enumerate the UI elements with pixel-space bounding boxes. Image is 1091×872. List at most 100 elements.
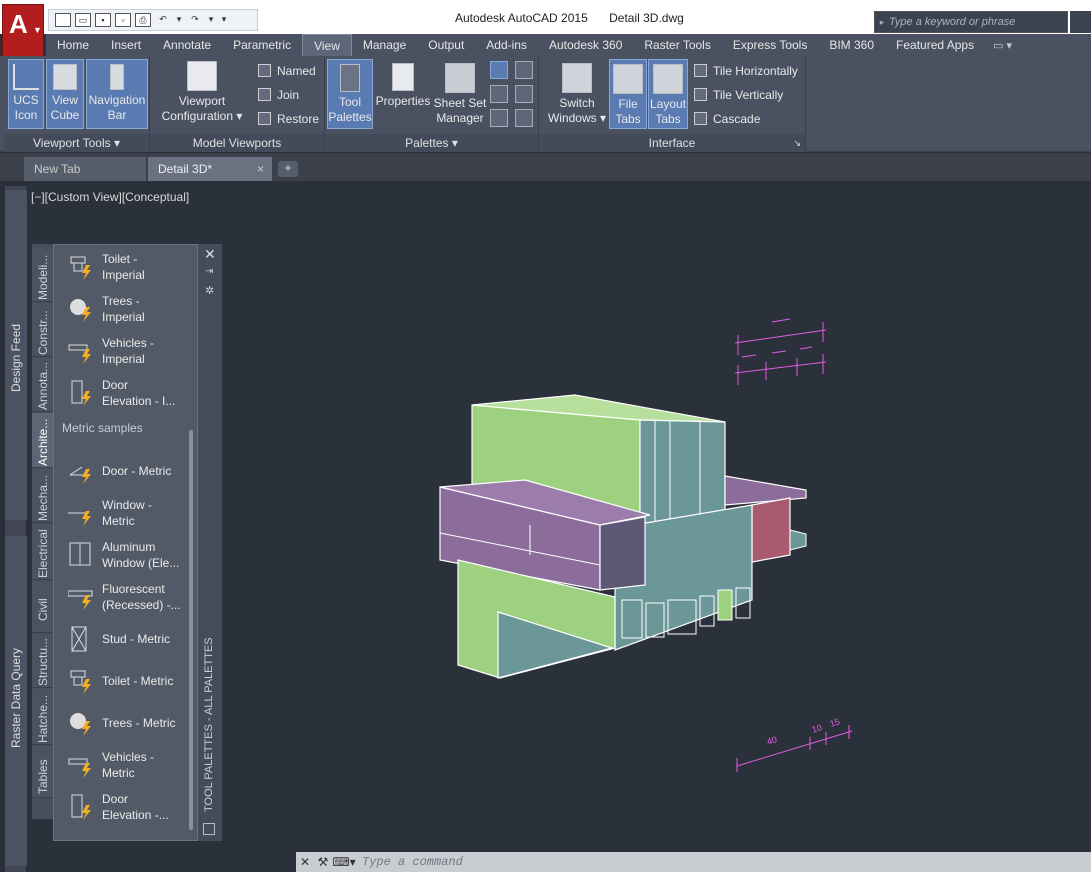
- palette-item-aluminum-window[interactable]: Aluminum Window (Ele...: [54, 535, 194, 575]
- raster-data-query-label: Raster Data Query: [9, 647, 23, 748]
- tab-manage[interactable]: Manage: [352, 34, 417, 56]
- close-icon[interactable]: ✕: [204, 246, 216, 263]
- tab-express-tools[interactable]: Express Tools: [722, 34, 818, 56]
- tool-palettes-window: Modeli... Constr... Annota... Archite...…: [32, 244, 222, 841]
- ribbon-toggle-icon[interactable]: ▭ ▾: [985, 39, 1020, 52]
- palette-item-window-metric[interactable]: Window - Metric: [54, 493, 194, 533]
- tab-featured-apps[interactable]: Featured Apps: [885, 34, 985, 56]
- palette-item-trees-metric[interactable]: Trees - Metric: [54, 703, 194, 743]
- viewport-configuration-button[interactable]: Viewport Configuration ▾: [158, 61, 246, 131]
- wrench-icon[interactable]: ⚒: [314, 855, 332, 869]
- palette-tab-tables[interactable]: Tables: [32, 746, 53, 798]
- file-tabs-button[interactable]: File Tabs: [609, 59, 647, 129]
- palette-tab-civil[interactable]: Civil: [32, 581, 53, 633]
- ucs-icon-button[interactable]: UCS Icon: [8, 59, 44, 129]
- raster-data-query-tab[interactable]: Raster Data Query: [5, 536, 27, 866]
- restore-viewports-button[interactable]: Restore: [258, 111, 319, 127]
- tab-raster-tools[interactable]: Raster Tools: [633, 34, 721, 56]
- palette-scrollbar[interactable]: [189, 430, 193, 830]
- application-menu-button[interactable]: A ▼: [2, 4, 44, 64]
- palette-item-vehicles-imperial[interactable]: Vehicles - Imperial: [54, 331, 194, 371]
- palette-item-stud-metric[interactable]: Stud - Metric: [54, 619, 194, 659]
- tab-parametric[interactable]: Parametric: [222, 34, 302, 56]
- palette-item-vehicles-metric[interactable]: Vehicles - Metric: [54, 745, 194, 785]
- properties-button[interactable]: Properties: [375, 59, 431, 129]
- close-icon[interactable]: ✕: [296, 855, 314, 869]
- tab-annotate[interactable]: Annotate: [152, 34, 222, 56]
- palette-item-trees-imperial[interactable]: Trees - Imperial: [54, 289, 194, 329]
- sheet-set-manager-button[interactable]: Sheet Set Manager: [433, 59, 487, 129]
- palette-list-icon[interactable]: [203, 823, 215, 835]
- design-feed-tab[interactable]: Design Feed: [5, 190, 27, 520]
- file-tabs-icon: [613, 64, 643, 94]
- palette-tab-hatches[interactable]: Hatche...: [32, 689, 53, 745]
- switch-windows-button[interactable]: Switch Windows ▾: [547, 59, 607, 129]
- properties-menu-icon[interactable]: ✲: [205, 284, 214, 297]
- palette-tab-constraints[interactable]: Constr...: [32, 303, 53, 357]
- undo-icon[interactable]: ↶: [155, 13, 171, 27]
- undo-dropdown-icon[interactable]: ▾: [175, 13, 183, 27]
- file-tab-new[interactable]: New Tab: [24, 157, 146, 181]
- search-input[interactable]: [889, 16, 1065, 28]
- redo-dropdown-icon[interactable]: ▾: [207, 13, 215, 27]
- palette-tab-mechanical[interactable]: Mecha...: [32, 469, 53, 523]
- join-viewports-button[interactable]: Join: [258, 87, 299, 103]
- auto-hide-icon[interactable]: ⇥: [205, 266, 213, 277]
- tile-horizontally-button[interactable]: Tile Horizontally: [694, 63, 798, 79]
- view-cube-button[interactable]: View Cube: [46, 59, 84, 129]
- command-input[interactable]: [356, 855, 1091, 869]
- save-as-icon[interactable]: ▫: [115, 13, 131, 27]
- palette-tab-electrical[interactable]: Electrical: [32, 524, 53, 580]
- palette-tab-modeling[interactable]: Modeli...: [32, 248, 53, 302]
- named-viewports-button[interactable]: Named: [258, 63, 316, 79]
- command-prompt-icon[interactable]: ⌨▾: [332, 855, 356, 869]
- palette-item-fluorescent[interactable]: Fluorescent (Recessed) -...: [54, 577, 194, 617]
- search-box[interactable]: ▸: [874, 11, 1068, 33]
- palette-tab-architectural[interactable]: Archite...: [32, 413, 53, 468]
- open-icon[interactable]: ▭: [75, 13, 91, 27]
- palette-item-toilet-imperial[interactable]: Toilet - Imperial: [54, 247, 194, 287]
- palette-item-door-elevation-imperial[interactable]: Door Elevation - I...: [54, 373, 194, 413]
- tab-home[interactable]: Home: [46, 34, 100, 56]
- ribbon: UCS Icon View Cube Navigation Bar Viewpo…: [0, 56, 1091, 152]
- tab-insert[interactable]: Insert: [100, 34, 152, 56]
- viewport-label[interactable]: [−][Custom View][Conceptual]: [31, 190, 189, 204]
- close-icon[interactable]: ×: [257, 157, 264, 181]
- plot-icon[interactable]: ⎙: [135, 13, 151, 27]
- tile-vertically-button[interactable]: Tile Vertically: [694, 87, 783, 103]
- markup-set-icon[interactable]: [515, 61, 533, 79]
- panel-title-viewport-tools[interactable]: Viewport Tools ▾: [4, 134, 149, 152]
- tab-view[interactable]: View: [302, 34, 352, 56]
- file-tab-detail-3d[interactable]: Detail 3D* ×: [148, 157, 272, 181]
- toolbox-icon[interactable]: [515, 109, 533, 127]
- dbconnect-icon[interactable]: [490, 85, 508, 103]
- layer-properties-icon[interactable]: [490, 109, 508, 127]
- tab-autodesk-360[interactable]: Autodesk 360: [538, 34, 633, 56]
- palette-tab-structural[interactable]: Structu...: [32, 634, 53, 688]
- tab-add-ins[interactable]: Add-ins: [475, 34, 538, 56]
- quickcalc-icon[interactable]: [515, 85, 533, 103]
- viewport-config-icon: [187, 61, 217, 91]
- navigation-bar-button[interactable]: Navigation Bar: [86, 59, 148, 129]
- layout-tabs-button[interactable]: Layout Tabs: [648, 59, 688, 129]
- palette-tab-annotation[interactable]: Annota...: [32, 358, 53, 412]
- new-icon[interactable]: [55, 13, 71, 27]
- door-icon: [69, 466, 91, 484]
- add-tab-button[interactable]: +: [278, 161, 298, 177]
- design-center-icon[interactable]: [490, 61, 508, 79]
- tab-bim-360[interactable]: BIM 360: [818, 34, 885, 56]
- tool-palettes-button[interactable]: Tool Palettes: [327, 59, 373, 129]
- cascade-button[interactable]: Cascade: [694, 111, 760, 127]
- panel-launcher-icon[interactable]: ↘: [793, 134, 801, 152]
- palette-item-toilet-metric[interactable]: Toilet - Metric: [54, 661, 194, 701]
- save-icon[interactable]: ▪: [95, 13, 111, 27]
- search-button[interactable]: [1070, 11, 1091, 33]
- search-expand-icon[interactable]: ▸: [875, 17, 889, 28]
- panel-title-palettes[interactable]: Palettes ▾: [325, 134, 538, 152]
- palette-item-door-elevation-metric[interactable]: Door Elevation -...: [54, 787, 194, 827]
- redo-icon[interactable]: ↷: [187, 13, 203, 27]
- palette-item-door-metric[interactable]: Door - Metric: [54, 451, 194, 491]
- palette-titlebar[interactable]: ✕ ⇥ ✲ TOOL PALETTES - ALL PALETTES: [198, 244, 222, 841]
- tab-output[interactable]: Output: [417, 34, 475, 56]
- customize-qat-icon[interactable]: ▾: [219, 13, 229, 27]
